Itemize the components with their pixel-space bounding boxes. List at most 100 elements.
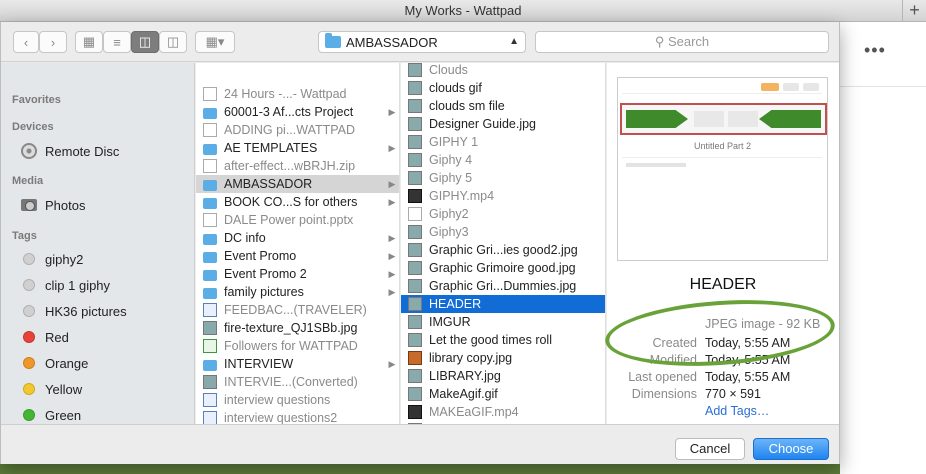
file-row[interactable]: LIBRARY.jpg bbox=[401, 367, 605, 385]
window-title: My Works - Wattpad bbox=[404, 3, 522, 18]
file-row[interactable]: Graphic Gri...ies good2.jpg bbox=[401, 241, 605, 259]
file-row[interactable]: interview questions2 bbox=[196, 409, 399, 424]
sidebar-tag-label: giphy2 bbox=[45, 251, 84, 267]
file-icon bbox=[203, 87, 217, 101]
file-row[interactable]: after-effect...wBRJH.zip bbox=[196, 157, 399, 175]
arrange-button[interactable]: ▦▾ bbox=[195, 31, 235, 53]
folder-icon bbox=[203, 143, 217, 155]
thumb-arrow-left-shape bbox=[759, 110, 821, 128]
file-row[interactable]: Giphy2 bbox=[401, 205, 605, 223]
file-row[interactable]: clouds gif bbox=[401, 79, 605, 97]
sidebar-tag-label: clip 1 giphy bbox=[45, 277, 111, 293]
file-name: Designer Guide.jpg bbox=[429, 117, 537, 131]
file-row[interactable]: DALE Power point.pptx bbox=[196, 211, 399, 229]
file-row[interactable]: interview questions bbox=[196, 391, 399, 409]
file-row[interactable]: Followers for WATTPAD bbox=[196, 337, 399, 355]
file-icon bbox=[408, 189, 422, 203]
sidebar-item-label: Photos bbox=[45, 197, 86, 213]
disc-icon bbox=[21, 143, 37, 159]
search-placeholder: Search bbox=[667, 34, 710, 49]
add-tags-link[interactable]: Add Tags… bbox=[705, 404, 769, 418]
file-row[interactable]: Graphic Gri...Dummies.jpg bbox=[401, 277, 605, 295]
file-row[interactable]: Designer Guide.jpg bbox=[401, 115, 605, 133]
sidebar-tag-item[interactable]: Red bbox=[21, 327, 69, 347]
file-row[interactable]: Giphy 5 bbox=[401, 169, 605, 187]
file-icon bbox=[203, 393, 217, 407]
file-row[interactable]: 24 Hours -...- Wattpad bbox=[196, 85, 399, 103]
new-tab-button[interactable]: + bbox=[902, 0, 926, 22]
file-name: AMBASSADOR bbox=[224, 177, 313, 191]
file-row[interactable]: INTERVIEW ▶ bbox=[196, 355, 399, 373]
file-row[interactable]: Clouds bbox=[401, 63, 605, 79]
grid-icon: ▦ bbox=[82, 34, 96, 49]
file-row[interactable]: DC info ▶ bbox=[196, 229, 399, 247]
choose-button[interactable]: Choose bbox=[753, 438, 829, 460]
file-row[interactable]: Graphic Grimoire good.jpg bbox=[401, 259, 605, 277]
forward-button[interactable]: › bbox=[39, 31, 67, 53]
file-row[interactable]: Giphy3 bbox=[401, 223, 605, 241]
file-icon bbox=[408, 225, 422, 239]
file-row[interactable]: MAKEaGIF.mp4 bbox=[401, 403, 605, 421]
search-input[interactable]: ⚲ Search bbox=[535, 31, 829, 53]
back-button[interactable]: ‹ bbox=[13, 31, 39, 53]
sidebar-tag-label: Yellow bbox=[45, 381, 83, 397]
file-row[interactable]: FEEDBAC...(TRAVELER) bbox=[196, 301, 399, 319]
list-view-button[interactable]: ≡ bbox=[103, 31, 131, 53]
file-name: ADDING pi...WATTPAD bbox=[224, 123, 356, 137]
sidebar-item-remote-disc[interactable]: Remote Disc bbox=[21, 141, 119, 161]
file-row[interactable]: INTERVIE...(Converted) bbox=[196, 373, 399, 391]
file-row[interactable]: 60001-3 Af...cts Project ▶ bbox=[196, 103, 399, 121]
file-icon bbox=[408, 135, 422, 149]
sidebar-tag-label: Orange bbox=[45, 355, 89, 371]
file-row[interactable]: GIPHY 1 bbox=[401, 133, 605, 151]
file-row[interactable]: family pictures ▶ bbox=[196, 283, 399, 301]
file-name: fire-texture_QJ1SBb.jpg bbox=[224, 321, 358, 335]
file-row[interactable]: library copy.jpg bbox=[401, 349, 605, 367]
cancel-button[interactable]: Cancel bbox=[675, 438, 745, 460]
cover-flow-button[interactable]: ◫ bbox=[159, 31, 187, 53]
file-row[interactable]: clouds sm file bbox=[401, 97, 605, 115]
file-icon bbox=[408, 351, 422, 365]
location-popup[interactable]: AMBASSADOR ▲ bbox=[318, 31, 526, 53]
file-name: FEEDBAC...(TRAVELER) bbox=[224, 303, 367, 317]
sidebar-tag-item[interactable]: clip 1 giphy bbox=[21, 275, 110, 295]
file-name: 24 Hours -...- Wattpad bbox=[224, 87, 347, 101]
sidebar-tag-item[interactable]: Green bbox=[21, 405, 81, 424]
file-row[interactable]: Giphy 4 bbox=[401, 151, 605, 169]
more-options-icon[interactable]: ••• bbox=[864, 40, 886, 61]
file-row[interactable]: AE TEMPLATES ▶ bbox=[196, 139, 399, 157]
tag-color-icon bbox=[21, 357, 37, 369]
file-icon bbox=[203, 123, 217, 137]
file-row[interactable]: Event Promo 2 ▶ bbox=[196, 265, 399, 283]
disclosure-arrow-icon: ▶ bbox=[388, 232, 396, 243]
file-name: clouds sm file bbox=[429, 99, 505, 113]
background-page: ••• bbox=[840, 22, 926, 474]
file-row[interactable]: Let the good times roll bbox=[401, 331, 605, 349]
browser-column-ambassador[interactable]: Clouds clouds gif clouds sm file Designer G… bbox=[401, 63, 606, 424]
open-file-dialog: ‹ › ▦ ≡ ◫ ◫ ▦▾ AMBASSADOR ▲ ⚲ Search Fav… bbox=[0, 22, 840, 464]
file-row[interactable]: AMBASSADOR ▶ bbox=[196, 175, 399, 193]
file-row[interactable]: Event Promo ▶ bbox=[196, 247, 399, 265]
file-row[interactable]: fire-texture_QJ1SBb.jpg bbox=[196, 319, 399, 337]
sidebar-item-photos[interactable]: Photos bbox=[21, 195, 85, 215]
icon-view-button[interactable]: ▦ bbox=[75, 31, 103, 53]
column-view-button[interactable]: ◫ bbox=[131, 31, 159, 53]
file-row[interactable]: HEADER bbox=[401, 295, 605, 313]
browser-column-parent[interactable]: 24 Hours -...- Wattpad 60001-3 Af...cts P… bbox=[196, 63, 400, 424]
list-icon: ≡ bbox=[113, 34, 121, 50]
file-name: Giphy3 bbox=[429, 225, 469, 239]
sidebar-tag-item[interactable]: Yellow bbox=[21, 379, 82, 399]
file-row[interactable]: GIPHY.mp4 bbox=[401, 187, 605, 205]
thumb-arrow-right-shape bbox=[626, 110, 688, 128]
dialog-toolbar: ‹ › ▦ ≡ ◫ ◫ ▦▾ AMBASSADOR ▲ ⚲ Search bbox=[1, 22, 839, 62]
sidebar-tag-item[interactable]: HK36 pictures bbox=[21, 301, 127, 321]
file-row[interactable]: IMGUR bbox=[401, 313, 605, 331]
tag-color-icon bbox=[21, 331, 37, 343]
sidebar-tag-item[interactable]: giphy2 bbox=[21, 249, 83, 269]
file-row[interactable]: ADDING pi...WATTPAD bbox=[196, 121, 399, 139]
sidebar-tag-item[interactable]: Orange bbox=[21, 353, 88, 373]
file-name: family pictures bbox=[224, 285, 304, 299]
file-row[interactable]: MakeAgif.gif bbox=[401, 385, 605, 403]
file-row[interactable]: BOOK CO...S for others ▶ bbox=[196, 193, 399, 211]
folder-icon bbox=[203, 269, 217, 281]
